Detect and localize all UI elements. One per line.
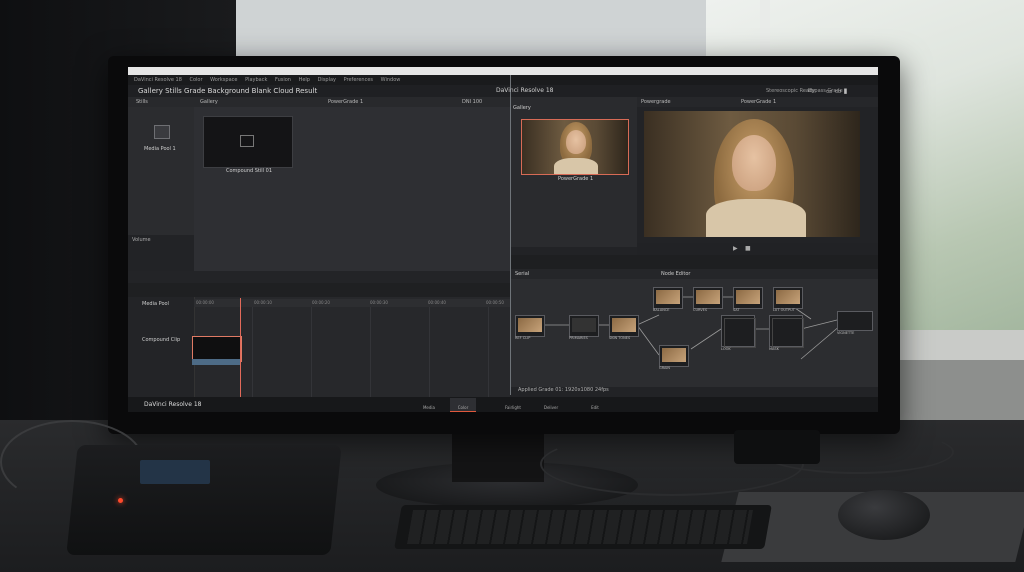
clip-audio-bar: [192, 359, 240, 365]
page-edit[interactable]: Edit: [582, 398, 608, 411]
node-label: SKIN TONES: [609, 336, 631, 340]
photo-scene: DaVinci Resolve 18 Color Workspace Playb…: [0, 0, 1024, 572]
node[interactable]: [837, 311, 873, 331]
media-pool-label: Media Pool 1: [144, 146, 176, 152]
viewer-head-center: PowerGrade 1: [741, 99, 777, 105]
keyboard-keys: [407, 510, 753, 544]
gallery-header: Gallery: [513, 105, 531, 111]
menu-item[interactable]: DaVinci Resolve 18: [134, 77, 182, 83]
node-label: BALANCE: [653, 308, 670, 312]
viewer-head-left: Powergrade: [641, 99, 671, 105]
ruler-tick: 00:00:10: [254, 300, 272, 305]
page-media[interactable]: Media: [416, 398, 442, 411]
ruler-tick: 00:00:40: [428, 300, 446, 305]
node-editor-title: Node Editor: [661, 271, 691, 277]
node[interactable]: [659, 345, 689, 367]
gallery-tab[interactable]: Gallery: [200, 97, 218, 107]
node-label: GRAIN: [659, 366, 671, 370]
playhead[interactable]: [240, 298, 241, 398]
node[interactable]: [515, 315, 545, 337]
menu-item[interactable]: Color: [189, 77, 202, 83]
menu-bar: DaVinci Resolve 18 Color Workspace Playb…: [128, 75, 878, 85]
stop-icon[interactable]: ■: [745, 245, 751, 252]
powergrade-tab[interactable]: PowerGrade 1: [328, 97, 363, 107]
monitor-screen: DaVinci Resolve 18 Color Workspace Playb…: [128, 67, 878, 412]
system-bar: [128, 67, 878, 75]
ruler-tick: 00:00:30: [370, 300, 388, 305]
track-header: [128, 297, 195, 397]
ruler-tick: 00:00:20: [312, 300, 330, 305]
node[interactable]: [769, 315, 804, 348]
node-label: LOOK: [721, 347, 731, 351]
menu-item[interactable]: Window: [381, 77, 401, 83]
page-fairlight[interactable]: Fairlight: [500, 398, 526, 411]
back-wall: [236, 0, 706, 60]
menu-item[interactable]: Help: [299, 77, 310, 83]
image-icon: [240, 135, 254, 147]
status-line: Applied Grade 01: 1920x1080 24fps: [518, 387, 609, 393]
viewer[interactable]: [644, 111, 860, 237]
thumbnail-label: Compound Still 01: [226, 168, 273, 174]
volume-label: Volume: [132, 237, 151, 243]
viewer-transport[interactable]: ▶ ■: [637, 243, 878, 255]
menu-item[interactable]: Playback: [245, 77, 267, 83]
right-toolbar: [511, 255, 878, 269]
tool-strip: [128, 271, 510, 283]
app-logo: DaVinci Resolve 18: [144, 401, 202, 408]
window-controls[interactable]: ▭ ▭ ▮: [826, 87, 848, 95]
mouse-icon: [838, 490, 930, 540]
page-color[interactable]: Color: [450, 398, 476, 412]
node-editor[interactable]: REF CLIP PRIMARIES SKIN TONES BALANCE CU…: [511, 279, 878, 387]
node-label: MASK: [769, 347, 779, 351]
monitor-stand-neck: [452, 432, 544, 482]
menu-item[interactable]: Display: [318, 77, 336, 83]
still-count: DNI 100: [462, 99, 483, 105]
track-label: Media Pool: [142, 301, 169, 307]
gallery-still[interactable]: [521, 119, 629, 175]
node[interactable]: [569, 315, 599, 337]
node[interactable]: [653, 287, 683, 309]
viewer-header: Powergrade PowerGrade 1: [637, 97, 878, 107]
node[interactable]: [721, 315, 756, 348]
node-editor-header: Serial Node Editor: [511, 269, 878, 279]
node[interactable]: [693, 287, 723, 309]
left-pane-header: Stills Gallery PowerGrade 1 DNI 100: [128, 97, 510, 107]
node[interactable]: [609, 315, 639, 337]
stills-tab[interactable]: Stills: [136, 97, 148, 107]
ruler-tick: 00:00:50: [486, 300, 504, 305]
node[interactable]: [733, 287, 763, 309]
ruler-tick: 00:00:00: [196, 300, 214, 305]
node-label: CURVES: [693, 308, 708, 312]
timeline-ruler[interactable]: 00:00:00 00:00:10 00:00:20 00:00:30 00:0…: [194, 299, 510, 307]
node-label: SAT: [733, 308, 740, 312]
menu-item[interactable]: Preferences: [344, 77, 373, 83]
still-label: PowerGrade 1: [558, 176, 594, 182]
timeline-toolbar: [128, 283, 510, 297]
node-label: PRIMARIES: [569, 336, 588, 340]
page-deliver[interactable]: Deliver: [538, 398, 564, 411]
node-label: VIGNETTE: [837, 331, 855, 335]
menu-item[interactable]: Workspace: [210, 77, 237, 83]
play-icon[interactable]: ▶: [733, 245, 738, 252]
node-area-label: Serial: [515, 271, 530, 277]
track-label-2: Compound Clip: [142, 337, 181, 343]
media-pool-icon[interactable]: [154, 125, 170, 139]
node[interactable]: [773, 287, 803, 309]
node-label: LUT OUTPUT: [773, 308, 795, 312]
window-title: Gallery Stills Grade Background Blank Cl…: [138, 87, 318, 95]
usb-hub: [734, 430, 820, 464]
app-title: DaVinci Resolve 18: [496, 87, 554, 94]
control-surface-display: [140, 460, 210, 484]
status-led: [118, 498, 123, 503]
node-label: REF CLIP: [515, 336, 531, 340]
menu-item[interactable]: Fusion: [275, 77, 291, 83]
